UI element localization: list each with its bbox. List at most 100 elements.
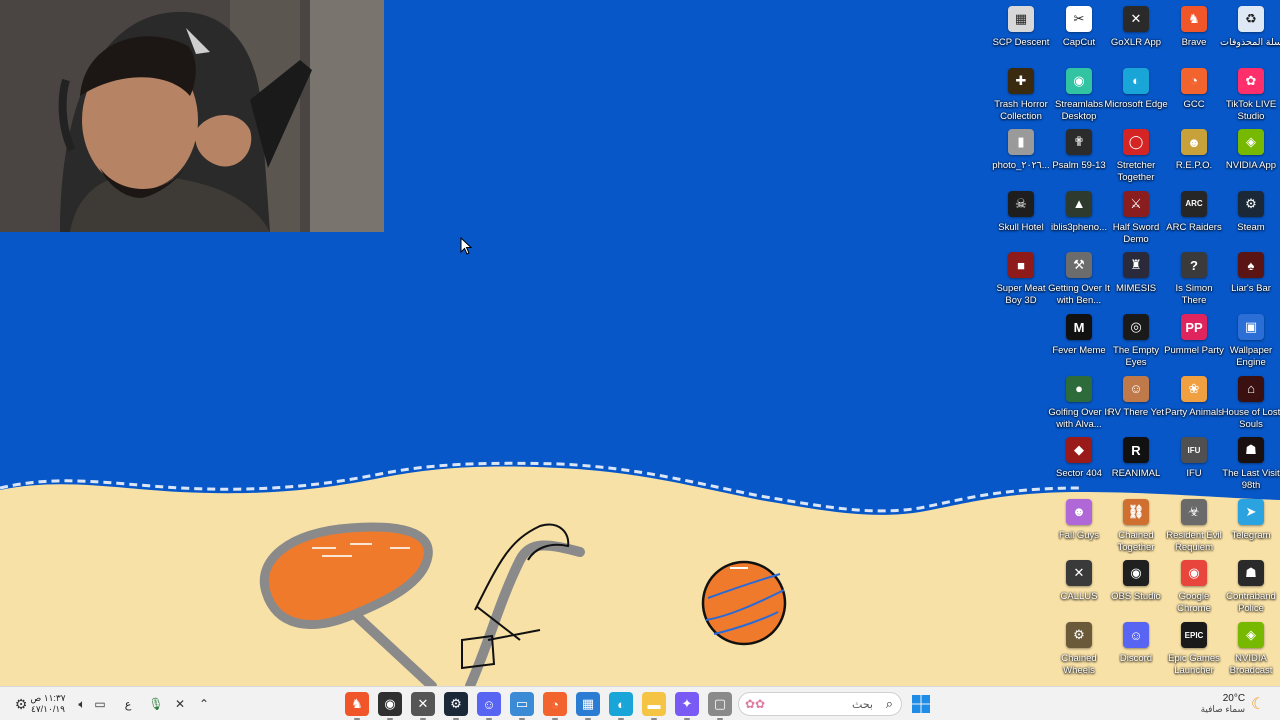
desktop-icon-super-meat-boy[interactable]: ■ Super Meat Boy 3D — [992, 250, 1050, 310]
start-button[interactable] — [910, 693, 932, 715]
desktop-icon-edge[interactable]: ◐ Microsoft Edge — [1104, 66, 1168, 126]
taskbar-app-file-explorer[interactable]: ▬ — [642, 692, 666, 720]
desktop-icon-scp-descent[interactable]: ▦ SCP Descent — [992, 4, 1050, 64]
desktop-icon-label: Super Meat Boy 3D — [996, 283, 1046, 307]
desktop-icon-getting-over-it[interactable]: ⚒ Getting Over It with Ben... — [1048, 250, 1110, 310]
desktop-icon-half-sword[interactable]: ⚔ Half Sword Demo — [1107, 189, 1165, 249]
desktop-icon-label: Chained Wheels — [1061, 653, 1097, 676]
taskbar-app-brave[interactable]: ♞ — [345, 692, 369, 720]
desktop-icon-repo[interactable]: ☻ R.E.P.O. — [1165, 127, 1223, 187]
desktop-icon-streamlabs[interactable]: ◉ Streamlabs Desktop — [1050, 66, 1108, 126]
desktop-icon-arc-raiders[interactable]: ARC ARC Raiders — [1165, 189, 1223, 249]
taskbar-app-goxlr[interactable]: ✕ — [411, 692, 435, 720]
desktop-icon-pummel-party[interactable]: PP Pummel Party — [1164, 312, 1224, 372]
desktop-icon-empty-eyes[interactable]: ◎ The Empty Eyes — [1107, 312, 1165, 372]
volume-icon[interactable]: 🔈︎ — [74, 693, 90, 715]
notifications-muted-icon[interactable]: ✕ — [172, 693, 188, 715]
desktop-icon-telegram[interactable]: ➤ Telegram — [1222, 497, 1280, 557]
desktop-icon-contraband-police[interactable]: ☗ Contraband Police — [1222, 558, 1280, 618]
taskbar-app-edge[interactable]: ◐ — [609, 692, 633, 720]
network-icon[interactable]: ▭ — [92, 693, 108, 715]
desktop-icon-label: Getting Over It with Ben... — [1048, 283, 1110, 307]
taskbar-app-gcc[interactable]: ◔ — [543, 692, 567, 720]
desktop-icon-wallpaper-engine[interactable]: ▣ Wallpaper Engine — [1222, 312, 1280, 372]
taskbar-app-task-view[interactable]: ▢ — [708, 692, 732, 720]
desktop-icon-reanimal[interactable]: R REANIMAL — [1107, 435, 1165, 495]
desktop-icon-fall-guys[interactable]: ☻ Fall Guys — [1050, 497, 1108, 557]
desktop-icon-ifu[interactable]: IFU IFU — [1165, 435, 1223, 495]
desktop-icon-psalm[interactable]: ✟ Psalm 59-13 — [1050, 127, 1108, 187]
desktop-icon-steam[interactable]: ⚙ Steam — [1222, 189, 1280, 249]
desktop-icon-gcc[interactable]: ◔ GCC — [1165, 66, 1223, 126]
taskbar-app-remote-desktop[interactable]: ▭ — [510, 692, 534, 720]
desktop-icon-skull-hotel[interactable]: ☠ Skull Hotel — [992, 189, 1050, 249]
microphone-icon[interactable]: 🎙︎ — [148, 693, 164, 715]
desktop-icon-photo-file[interactable]: ▮ photo_٢٠٢٦... — [992, 127, 1050, 187]
desktop-icon-last-visit[interactable]: ☗ The Last Visit 98th — [1222, 435, 1280, 495]
desktop-icon-chained-together[interactable]: ⛓ Chained Together — [1107, 497, 1165, 557]
desktop-icon-golfing-over-it[interactable]: ● Golfing Over It with Alva... — [1048, 374, 1110, 434]
desktop-icon-label: iblis3pheno... — [1051, 221, 1107, 233]
desktop-icon-stretcher-together[interactable]: ◯ Stretcher Together — [1107, 127, 1165, 187]
chevron-up-icon[interactable]: ⌃ — [196, 693, 212, 715]
taskbar-app-store[interactable]: ▦ — [576, 692, 600, 720]
desktop-icon-is-simon-there[interactable]: ? Is Simon There — [1165, 250, 1223, 310]
desktop-icon-brave[interactable]: ♞ Brave — [1165, 4, 1223, 64]
language-indicator[interactable]: ع — [120, 693, 136, 715]
desktop-icon-resident-evil[interactable]: ☣ Resident Evil Requiem — [1165, 497, 1223, 557]
desktop-icon-obs-studio[interactable]: ◉ OBS Studio — [1107, 558, 1165, 618]
desktop-icon-chained-wheels[interactable]: ⚙ Chained Wheels — [1050, 620, 1108, 680]
desktop-icon-chrome[interactable]: ◉ Google Chrome — [1165, 558, 1223, 618]
desktop-icon-label: NVIDIA App — [1225, 160, 1277, 172]
goxlr-icon: ✕ — [1123, 6, 1149, 32]
sector-404-icon: ◆ — [1066, 437, 1092, 464]
desktop-icon-label: OBS Studio — [1111, 591, 1161, 603]
taskbar-app-discord[interactable]: ☺ — [477, 692, 501, 720]
desktop-icon-iblis[interactable]: ▲ iblis3pheno... — [1050, 189, 1108, 249]
desktop-icon-mimesis[interactable]: ♜ MIMESIS — [1107, 250, 1165, 310]
desktop-icon-nvidia-broadcast[interactable]: ◈ NVIDIA Broadcast — [1222, 620, 1280, 680]
settings-gear-icon[interactable]: ⚙ — [12, 693, 30, 715]
liars-bar-icon: ♠ — [1238, 252, 1264, 279]
taskbar-search-box[interactable]: ✿✿ بحث ⌕ — [738, 692, 902, 716]
desktop-icon-fever-meme[interactable]: M Fever Meme — [1050, 312, 1108, 372]
desktop-icon-label: Trash Horror Collection — [994, 98, 1048, 122]
desktop-icon-capcut[interactable]: ✂ CapCut — [1050, 4, 1108, 64]
desktop-icon-label: RV There Yet — [1107, 406, 1165, 418]
desktop-icon-label: Google Chrome — [1177, 591, 1211, 615]
taskbar-app-steam[interactable]: ⚙ — [444, 692, 468, 720]
photo-file-icon: ▮ — [1008, 129, 1034, 156]
windows-start-icon — [912, 695, 930, 713]
house-of-lost-souls-icon: ⌂ — [1238, 375, 1264, 402]
taskbar-clock[interactable]: ١١:٣٧ ص ٤٧/١٠/١٩ — [30, 693, 66, 715]
desktop-icon-house-of-lost-souls[interactable]: ⌂ House of Lost Souls — [1222, 374, 1280, 434]
desktop-icon-epic-games[interactable]: EPIC Epic Games Launcher — [1165, 620, 1223, 680]
taskbar-app-copilot[interactable]: ✦ — [675, 692, 699, 720]
desktop-icon-label: IFU — [1186, 468, 1202, 480]
brave-icon: ♞ — [351, 696, 363, 711]
chrome-icon: ◉ — [1181, 560, 1207, 587]
desktop-icon-label: Stretcher Together — [1116, 160, 1156, 184]
desktop-icon-label: سلة المحذوفات — [1220, 37, 1280, 48]
desktop-icon-liars-bar[interactable]: ♠ Liar's Bar — [1222, 250, 1280, 310]
desktop-icon-sector-404[interactable]: ◆ Sector 404 — [1050, 435, 1108, 495]
desktop-icon-label: Fall Guys — [1058, 529, 1100, 541]
goxlr-icon: ✕ — [417, 696, 429, 711]
desktop-icon-tiktok-live[interactable]: ✿ TikTok LIVE Studio — [1222, 66, 1280, 126]
iblis-icon: ▲ — [1066, 190, 1092, 217]
desktop-icon-party-animals[interactable]: ❀ Party Animals — [1165, 374, 1223, 434]
desktop-icon-nvidia-app[interactable]: ◈ NVIDIA App — [1222, 127, 1280, 187]
weather-widget[interactable]: 20°C سماء صافية ☾ — [1190, 690, 1276, 718]
desktop-icon-callus[interactable]: ✕ CALLUS — [1050, 558, 1108, 618]
desktop-icon-trash-horror-collection[interactable]: ✚ Trash Horror Collection — [992, 66, 1050, 126]
taskbar-app-obs[interactable]: ◉ — [378, 692, 402, 720]
desktop-icon-label: photo_٢٠٢٦... — [992, 160, 1050, 172]
obs-studio-icon: ◉ — [1123, 560, 1149, 587]
desktop-icon-rv-there-yet[interactable]: ☺ RV There Yet — [1107, 374, 1165, 434]
chained-together-icon: ⛓ — [1123, 498, 1149, 525]
desktop-icon-recycle-bin[interactable]: ♻ سلة المحذوفات — [1220, 4, 1280, 64]
desktop-icon-discord[interactable]: ☺ Discord — [1107, 620, 1165, 680]
party-animals-icon: ❀ — [1181, 375, 1207, 402]
desktop-icon-label: Golfing Over It with Alva... — [1048, 406, 1110, 430]
desktop-icon-goxlr[interactable]: ✕ GoXLR App — [1107, 4, 1165, 64]
